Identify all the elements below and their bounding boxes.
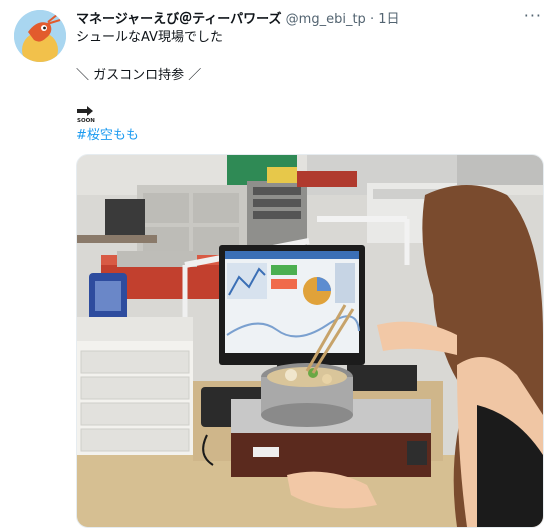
hashtag-link[interactable]: #桜空もも	[76, 126, 223, 146]
timestamp[interactable]: 1日	[378, 12, 399, 27]
separator-dot: ·	[369, 12, 375, 27]
tweet-header: マネージャーえび＠ティーパワーズ @mg_ebi_tp · 1日	[76, 8, 542, 28]
soon-arrow-icon: SOON	[76, 104, 95, 124]
avatar[interactable]	[14, 10, 66, 62]
user-handle[interactable]: @mg_ebi_tp	[286, 12, 366, 27]
photo-scene	[77, 155, 543, 527]
avatar-image	[14, 10, 66, 62]
text-line-1: シュールなAV現場でした	[76, 30, 223, 45]
svg-text:SOON: SOON	[77, 118, 95, 124]
more-dots-icon[interactable]: ···	[524, 6, 542, 25]
display-name[interactable]: マネージャーえび＠ティーパワーズ	[76, 12, 282, 27]
tweet[interactable]: マネージャーえび＠ティーパワーズ @mg_ebi_tp · 1日 ··· シュー…	[0, 0, 556, 532]
text-line-soon: SOON	[76, 104, 223, 126]
attached-photo[interactable]	[76, 154, 544, 528]
text-line-2: ＼ ガスコンロ持参 ／	[76, 68, 202, 83]
tweet-text: シュールなAV現場でした ＼ ガスコンロ持参 ／ SOON #桜空もも	[76, 28, 223, 146]
